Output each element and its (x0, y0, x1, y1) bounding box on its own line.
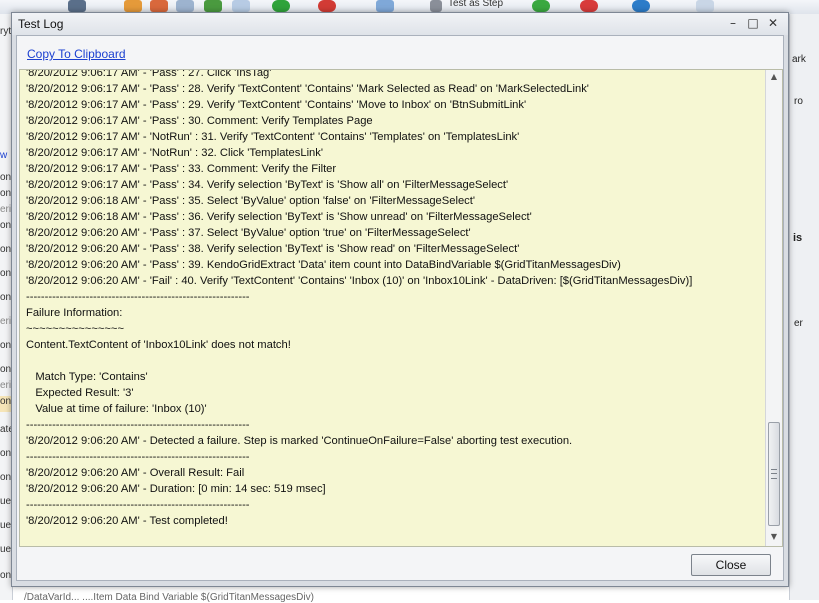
log-line: '8/20/2012 9:06:17 AM' - 'Pass' : 28. Ve… (26, 83, 589, 95)
add-icon[interactable] (532, 0, 550, 12)
log-line: '8/20/2012 9:06:20 AM' - 'Pass' : 37. Se… (26, 227, 471, 239)
toolbar-icon[interactable] (124, 0, 142, 12)
log-line: '8/20/2012 9:06:20 AM' - 'Fail' : 40. Ve… (26, 275, 693, 287)
log-line: '8/20/2012 9:06:20 AM' - Detected a fail… (26, 435, 573, 447)
dialog-content: Copy To Clipboard '8/20/2012 9:06:17 AM'… (16, 35, 784, 581)
grip-icon (771, 469, 777, 479)
maximize-button[interactable]: □ (744, 15, 762, 31)
right-panel-text: ro (794, 96, 803, 107)
toolbar-icon[interactable] (150, 0, 168, 12)
log-line: '8/20/2012 9:06:17 AM' - 'Pass' : 33. Co… (26, 163, 337, 175)
right-panel-text: er (794, 318, 803, 329)
background-status-text: /DataVarId... ....Item Data Bind Variabl… (24, 592, 314, 603)
log-line: '8/20/2012 9:06:17 AM' - 'NotRun' : 31. … (26, 131, 520, 143)
toolbar-icon[interactable] (68, 0, 86, 12)
copy-to-clipboard-link[interactable]: Copy To Clipboard (27, 47, 126, 61)
log-text-area[interactable]: '8/20/2012 9:06:17 AM' - 'Pass' : 27. Cl… (19, 69, 783, 547)
scroll-thumb[interactable] (768, 422, 780, 526)
gear-icon[interactable] (430, 0, 442, 12)
stop-icon[interactable] (318, 0, 336, 12)
log-line: '8/20/2012 9:06:20 AM' - Duration: [0 mi… (26, 483, 326, 495)
toolbar-icon[interactable] (176, 0, 194, 12)
toolbar-icon[interactable] (232, 0, 250, 12)
log-line: '8/20/2012 9:06:20 AM' - Test completed! (26, 515, 228, 527)
log-line: ~~~~~~~~~~~~~~~ (26, 323, 124, 335)
log-line: Expected Result: '3' (26, 387, 134, 399)
log-line: ----------------------------------------… (26, 451, 250, 463)
right-panel-text: ark (792, 54, 806, 65)
log-line: '8/20/2012 9:06:20 AM' - Overall Result:… (26, 467, 245, 479)
log-line: '8/20/2012 9:06:17 AM' - 'Pass' : 29. Ve… (26, 99, 527, 111)
toolbar-icon[interactable] (204, 0, 222, 12)
scroll-up-arrow-icon[interactable]: ▲ (766, 70, 782, 84)
log-line: '8/20/2012 9:06:17 AM' - 'Pass' : 34. Ve… (26, 179, 509, 191)
log-line: Value at time of failure: 'Inbox (10)' (26, 403, 207, 415)
log-line: ----------------------------------------… (26, 419, 250, 431)
log-line: '8/20/2012 9:06:17 AM' - 'Pass' : 30. Co… (26, 115, 373, 127)
toolbar-icon[interactable] (376, 0, 394, 12)
log-line: Match Type: 'Contains' (26, 371, 148, 383)
scroll-down-arrow-icon[interactable]: ▼ (766, 530, 782, 544)
minimize-button[interactable]: – (724, 15, 742, 31)
close-button[interactable]: Close (691, 554, 771, 576)
log-line: Failure Information: (26, 307, 123, 319)
close-window-button[interactable]: ✕ (764, 15, 782, 31)
window-title: Test Log (18, 17, 64, 31)
background-right-panel: ark ro is er (789, 14, 819, 600)
comment-icon[interactable] (632, 0, 650, 12)
log-line: ----------------------------------------… (26, 291, 250, 303)
log-line: Content.TextContent of 'Inbox10Link' doe… (26, 339, 291, 351)
test-as-step-label[interactable]: Test as Step (448, 0, 503, 9)
log-line: '8/20/2012 9:06:17 AM' - 'NotRun' : 32. … (26, 147, 324, 159)
play-icon[interactable] (272, 0, 290, 12)
log-text: '8/20/2012 9:06:17 AM' - 'Pass' : 27. Cl… (26, 69, 768, 529)
toolbar-icon[interactable] (696, 0, 714, 12)
log-line: '8/20/2012 9:06:20 AM' - 'Pass' : 39. Ke… (26, 259, 621, 271)
log-line: '8/20/2012 9:06:20 AM' - 'Pass' : 38. Ve… (26, 243, 520, 255)
vertical-scrollbar[interactable]: ▲ ▼ (765, 70, 782, 546)
remove-icon[interactable] (580, 0, 598, 12)
test-log-window: Test Log – □ ✕ Copy To Clipboard '8/20/2… (11, 12, 789, 587)
right-panel-text: is (793, 232, 803, 244)
log-line: '8/20/2012 9:06:17 AM' - 'Pass' : 27. Cl… (26, 69, 272, 79)
log-line: ----------------------------------------… (26, 499, 250, 511)
log-line: '8/20/2012 9:06:18 AM' - 'Pass' : 36. Ve… (26, 211, 532, 223)
log-line: '8/20/2012 9:06:18 AM' - 'Pass' : 35. Se… (26, 195, 476, 207)
title-bar[interactable]: Test Log – □ ✕ (12, 13, 788, 35)
